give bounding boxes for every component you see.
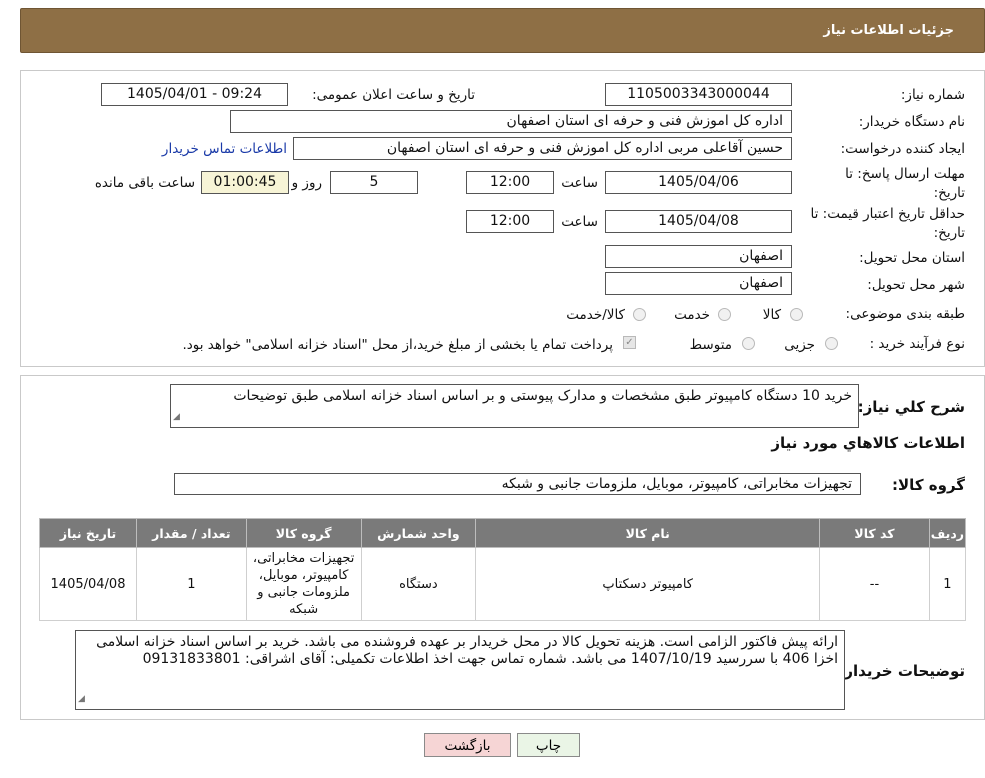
- goods-table-header-row: رديف کد کالا نام کالا واحد شمارش گروه کا…: [39, 518, 967, 548]
- category-option-service: خدمت: [674, 307, 710, 323]
- remaining-days-field[interactable]: 5: [330, 171, 418, 194]
- cell-row-number: 1: [928, 547, 967, 621]
- province-label: استان محل تحویل:: [859, 250, 965, 266]
- remaining-time-field: 01:00:45: [201, 171, 289, 194]
- col-header-unit: واحد شمارش: [360, 518, 477, 548]
- goods-info-title: اطلاعات کالاهاي مورد نياز: [771, 434, 965, 452]
- buyer-org-label: نام دستگاه خریدار:: [858, 114, 965, 130]
- goods-group-field[interactable]: تجهیزات مخابراتی، کامپیوتر، موبایل، ملزو…: [174, 473, 861, 495]
- cell-need-date: 1405/04/08: [39, 547, 137, 621]
- table-row: 1 -- کامپیوتر دسکتاپ دستگاه تجهیزات مخاب…: [39, 547, 967, 621]
- payment-treasury-note: پرداخت تمام یا بخشی از مبلغ خرید،از محل …: [182, 337, 613, 353]
- process-option-minor: جزیی: [784, 337, 815, 353]
- page-header: جزئیات اطلاعات نیاز: [20, 8, 985, 53]
- deadline-date-field[interactable]: 1405/04/06: [605, 171, 792, 194]
- creator-label: ایجاد کننده درخواست:: [840, 141, 965, 157]
- goods-group-label: گروه کالا:: [892, 476, 965, 494]
- cell-unit: دستگاه: [360, 547, 477, 621]
- resize-grip-icon: ◢: [173, 412, 180, 422]
- print-button[interactable]: چاپ: [517, 733, 580, 757]
- col-header-group: گروه کالا: [245, 518, 362, 548]
- need-number-label: شماره نیاز:: [900, 87, 965, 103]
- creator-field[interactable]: حسین آقاعلی مربی اداره کل اموزش فنی و حر…: [293, 137, 792, 160]
- deadline-label-date: تاریخ:: [933, 185, 965, 201]
- buyer-notes-label: توضیحات خریدار:: [838, 662, 965, 680]
- category-radio-goods-service[interactable]: [633, 308, 646, 321]
- buyer-notes-field[interactable]: ارائه پیش فاکتور الزامی است. هزینه تحویل…: [75, 630, 845, 710]
- col-header-name: نام کالا: [475, 518, 821, 548]
- remaining-time-label: ساعت باقی مانده: [94, 175, 195, 191]
- city-field[interactable]: اصفهان: [605, 272, 792, 295]
- category-radio-service[interactable]: [718, 308, 731, 321]
- buyer-org-field[interactable]: اداره کل اموزش فنی و حرفه ای استان اصفها…: [230, 110, 792, 133]
- province-field[interactable]: اصفهان: [605, 245, 792, 268]
- process-option-medium: متوسط: [689, 337, 732, 353]
- deadline-time-label: ساعت: [561, 175, 598, 191]
- need-summary-field[interactable]: خرید 10 دستگاه کامپیوتر طبق مشخصات و مدا…: [170, 384, 859, 428]
- cell-name: کامپیوتر دسکتاپ: [475, 547, 821, 621]
- category-label: طبقه بندی موضوعی:: [845, 306, 965, 322]
- city-label: شهر محل تحویل:: [867, 277, 965, 293]
- need-summary-label: شرح کلي نياز:: [857, 398, 965, 416]
- process-radio-minor[interactable]: [825, 337, 838, 350]
- process-radio-medium[interactable]: [742, 337, 755, 350]
- category-radio-goods[interactable]: [790, 308, 803, 321]
- col-header-row-number: رديف: [928, 518, 967, 548]
- days-label: روز و: [291, 175, 322, 191]
- validity-label: حداقل تاریخ اعتبار قیمت: تا: [810, 206, 965, 222]
- cell-quantity: 1: [136, 547, 247, 621]
- buyer-contact-link[interactable]: اطلاعات تماس خریدار: [162, 141, 287, 157]
- resize-grip-icon: ◢: [78, 694, 85, 704]
- announce-datetime-field[interactable]: 1405/04/01 - 09:24: [101, 83, 288, 106]
- page-title: جزئیات اطلاعات نیاز: [823, 23, 954, 38]
- buyer-notes-text: ارائه پیش فاکتور الزامی است. هزینه تحویل…: [96, 634, 838, 667]
- validity-time-label: ساعت: [561, 214, 598, 230]
- back-button[interactable]: بازگشت: [424, 733, 511, 757]
- category-option-goods: کالا: [762, 307, 781, 323]
- goods-table: رديف کد کالا نام کالا واحد شمارش گروه کا…: [39, 518, 967, 621]
- deadline-label: مهلت ارسال پاسخ: تا: [845, 166, 965, 182]
- deadline-time-field[interactable]: 12:00: [466, 171, 554, 194]
- col-header-quantity: تعداد / مقدار: [136, 518, 247, 548]
- cell-group: تجهیزات مخابراتی، کامپیوتر، موبایل، ملزو…: [245, 547, 362, 621]
- need-number-field[interactable]: 1105003343000044: [605, 83, 792, 106]
- cell-code: --: [819, 547, 930, 621]
- need-summary-text: خرید 10 دستگاه کامپیوتر طبق مشخصات و مدا…: [233, 388, 852, 404]
- validity-time-field[interactable]: 12:00: [466, 210, 554, 233]
- announce-datetime-label: تاریخ و ساعت اعلان عمومی:: [312, 87, 475, 103]
- col-header-code: کد کالا: [819, 518, 930, 548]
- category-option-goods-service: کالا/خدمت: [566, 307, 625, 323]
- process-type-label: نوع فرآیند خرید :: [869, 336, 965, 352]
- col-header-need-date: تاریخ نیاز: [39, 518, 137, 548]
- validity-label-date: تاریخ:: [933, 225, 965, 241]
- payment-treasury-checkbox[interactable]: ✓: [623, 336, 636, 349]
- validity-date-field[interactable]: 1405/04/08: [605, 210, 792, 233]
